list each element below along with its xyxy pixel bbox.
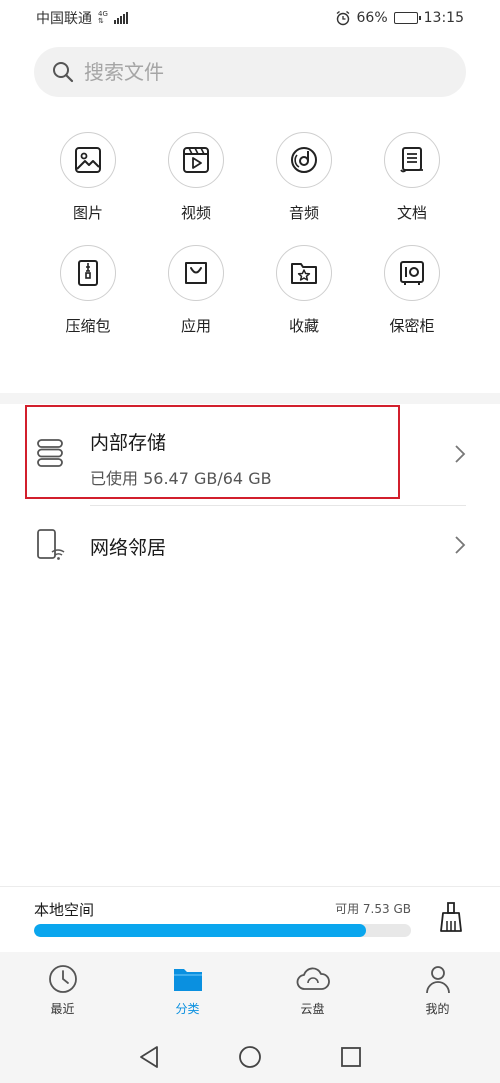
tab-label: 云盘 [300,1002,325,1016]
category-favorites[interactable]: 收藏 [250,245,358,336]
category-videos[interactable]: 视频 [142,132,250,223]
local-space-available: 可用 7.53 GB [335,902,411,916]
recents-square-icon [341,1046,362,1067]
local-space-panel: 本地空间 可用 7.53 GB [0,886,500,952]
category-icon-circle [276,132,332,188]
nav-back-button[interactable] [134,1042,164,1072]
favorite-folder-icon [291,263,317,284]
network-activity: ⇅ [98,17,104,25]
tab-recent[interactable]: 最近 [0,952,125,1030]
home-circle-icon [239,1045,261,1068]
tab-categories[interactable]: 分类 [125,952,250,1030]
network-neighbor-row[interactable]: 网络邻居 [0,506,500,584]
category-audio[interactable]: 音频 [250,132,358,223]
category-documents[interactable]: 文档 [358,132,466,223]
app-bag-icon [185,262,207,284]
tab-cloud[interactable]: 云盘 [250,952,375,1030]
carrier-name: 中国联通 [36,11,92,27]
image-icon [75,147,101,173]
category-archives[interactable]: 压缩包 [34,245,142,336]
category-icon-circle [60,132,116,188]
status-bar: 中国联通 4G ⇅ 66% 13:15 [0,0,500,36]
tab-label: 最近 [50,1002,75,1016]
status-right: 66% 13:15 [335,10,464,26]
category-label: 音频 [288,204,319,222]
category-label: 保密柜 [389,317,435,335]
battery-percent: 66% [356,10,388,26]
local-space-progress-fill [34,924,366,937]
section-divider [0,393,500,404]
folder-icon [173,969,202,991]
category-label: 收藏 [288,317,319,335]
category-images[interactable]: 图片 [34,132,142,223]
category-icon-circle [60,245,116,301]
category-icon-circle [168,245,224,301]
broom-clean-icon[interactable] [438,901,464,933]
system-navigation-bar [0,1030,500,1083]
network-neighbor-text: 网络邻居 [90,533,166,560]
status-left: 中国联通 4G ⇅ [36,8,128,28]
category-label: 压缩包 [65,317,111,335]
battery-icon [393,12,421,24]
category-apps[interactable]: 应用 [142,245,250,336]
document-icon [400,147,423,173]
category-icon-circle [276,245,332,301]
category-label: 文档 [396,204,427,222]
network-device-icon [37,529,65,560]
internal-storage-text: 内部存储 已使用 56.47 GB/64 GB [90,428,272,489]
signal-icon [113,12,128,24]
category-label: 视频 [180,204,211,222]
clock-time: 13:15 [423,10,464,26]
category-icon-circle [384,132,440,188]
category-label: 图片 [72,204,103,222]
chevron-right-icon [455,445,466,463]
audio-icon [291,147,317,173]
nav-recents-button[interactable] [336,1042,366,1072]
search-bar[interactable] [34,47,466,97]
network-neighbor-title: 网络邻居 [90,537,167,559]
bottom-tab-bar: 最近 分类 云盘 我的 [0,952,500,1030]
internal-storage-row[interactable]: 内部存储 已使用 56.47 GB/64 GB [0,406,500,498]
alarm-icon [336,10,349,26]
chevron-right-icon [455,536,466,554]
network-type-badge: 4G ⇅ [98,11,108,25]
person-icon [425,966,450,994]
cloud-icon [296,967,330,990]
search-icon [53,62,74,83]
internal-storage-title: 内部存储 [90,432,167,454]
category-icon-circle [384,245,440,301]
video-icon [183,147,209,173]
archive-icon [78,260,98,286]
internal-storage-usage: 已使用 56.47 GB/64 GB [90,469,272,488]
local-space-progress [34,924,411,937]
category-icon-circle [168,132,224,188]
back-triangle-icon [139,1045,158,1068]
category-grid: 图片 视频 音频 文档 压缩包 应用 收藏 保密柜 [34,132,466,336]
local-space-title: 本地空间 [34,901,95,919]
clock-icon [48,965,77,993]
category-safe[interactable]: 保密柜 [358,245,466,336]
tab-label: 我的 [425,1002,450,1016]
storage-icon [37,439,63,467]
tab-mine[interactable]: 我的 [375,952,500,1030]
search-input[interactable] [84,60,424,84]
safe-icon [400,261,424,285]
tab-label: 分类 [175,1002,200,1016]
nav-home-button[interactable] [235,1042,265,1072]
category-label: 应用 [180,317,211,335]
